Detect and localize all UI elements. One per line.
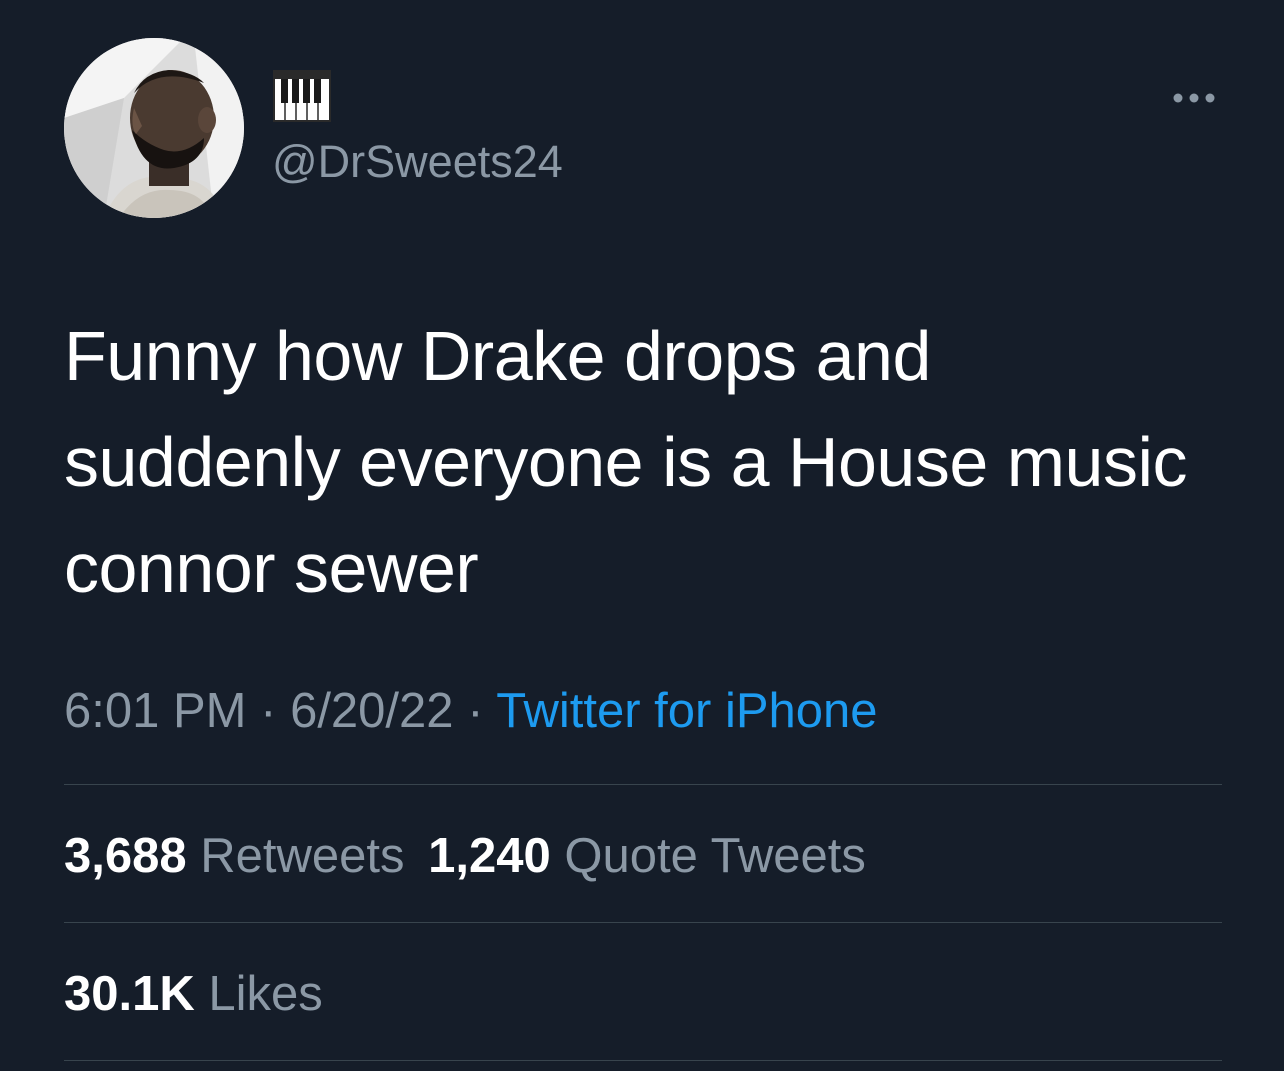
tweet-time[interactable]: 6:01 PM [64, 684, 246, 738]
tweet-text-line: connor sewer [64, 529, 479, 607]
tweet-text-line: suddenly everyone is a House music [64, 423, 1188, 501]
quote-tweets-stat[interactable]: 1,240 Quote Tweets [428, 829, 866, 883]
likes-count: 30.1K [64, 967, 195, 1021]
tweet-text: Funny how Drake drops and suddenly every… [64, 303, 1244, 621]
divider [64, 784, 1222, 785]
likes-stat[interactable]: 30.1K Likes [64, 967, 323, 1021]
retweets-count: 3,688 [64, 829, 187, 883]
avatar[interactable] [64, 38, 244, 218]
tweet-date[interactable]: 6/20/22 [290, 684, 454, 738]
user-handle[interactable]: @DrSweets24 [272, 138, 563, 186]
retweet-quote-stats: 3,688 Retweets 1,240 Quote Tweets [64, 829, 866, 883]
quote-tweets-label: Quote Tweets [564, 829, 866, 883]
meta-separator: · [260, 684, 277, 738]
more-options-button[interactable] [1164, 80, 1224, 116]
tweet-source-link[interactable]: Twitter for iPhone [496, 684, 877, 738]
retweets-label: Retweets [200, 829, 405, 883]
retweets-stat[interactable]: 3,688 Retweets [64, 829, 405, 883]
display-name[interactable] [273, 70, 333, 124]
tweet-text-line: Funny how Drake drops and [64, 317, 931, 395]
meta-separator: · [467, 684, 484, 738]
likes-stats: 30.1K Likes [64, 967, 323, 1021]
piano-keys-icon [273, 70, 331, 122]
quote-tweets-count: 1,240 [428, 829, 551, 883]
more-options-icon [1173, 93, 1215, 103]
divider [64, 1060, 1222, 1061]
likes-label: Likes [208, 967, 323, 1021]
avatar-image [64, 38, 244, 218]
tweet-meta: 6:01 PM · 6/20/22 · Twitter for iPhone [64, 684, 878, 738]
divider [64, 922, 1222, 923]
